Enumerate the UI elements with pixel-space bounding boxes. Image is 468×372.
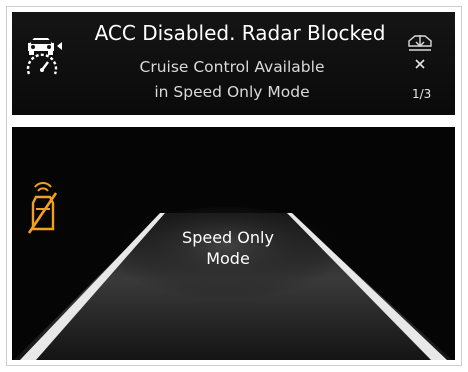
- speed-only-mode-label: Speed Only Mode: [182, 228, 274, 268]
- road-display-panel: Speed Only Mode: [12, 127, 455, 360]
- cruise-nav-icon: [407, 34, 433, 56]
- close-icon[interactable]: [413, 57, 427, 71]
- notification-line-2: in Speed Only Mode: [154, 83, 310, 101]
- page-indicator: 1/3: [412, 87, 432, 101]
- acc-car-gauge-icon: [24, 36, 64, 76]
- notification-panel: ACC Disabled. Radar Blocked Cruise Contr…: [12, 12, 455, 115]
- notification-title: ACC Disabled. Radar Blocked: [94, 21, 386, 45]
- radar-blocked-icon: [26, 179, 60, 235]
- notification-line-1: Cruise Control Available: [139, 58, 325, 76]
